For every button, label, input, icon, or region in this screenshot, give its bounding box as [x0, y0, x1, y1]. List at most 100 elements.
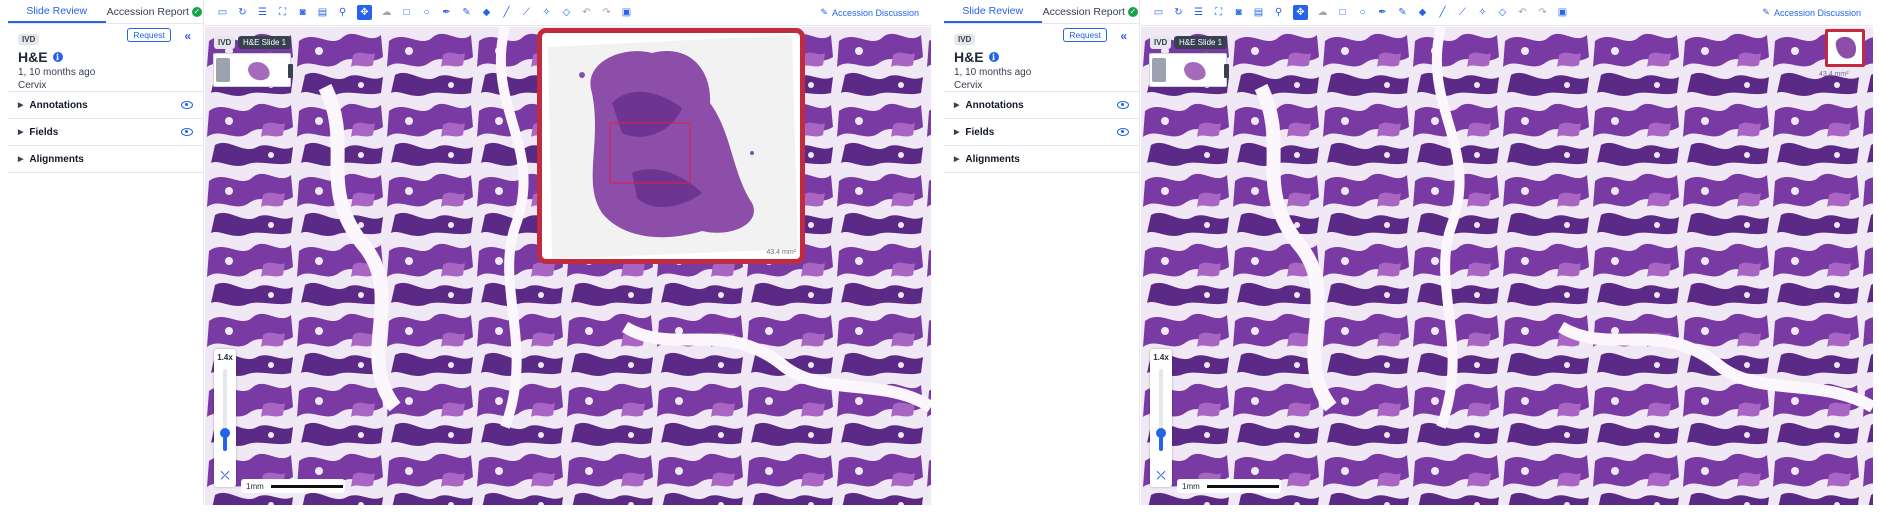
- pen-icon[interactable]: ✒: [1377, 7, 1388, 18]
- fit-to-screen-icon[interactable]: ⤫: [219, 470, 231, 482]
- keyboard-icon[interactable]: ▤: [1253, 7, 1264, 18]
- list-icon[interactable]: ☰: [1193, 7, 1204, 18]
- overview-map-collapsed[interactable]: [1825, 29, 1865, 67]
- monitor-icon[interactable]: ▭: [1153, 7, 1164, 18]
- tissue-thumbnail: [1184, 62, 1206, 81]
- polygon-icon[interactable]: ◇: [1497, 7, 1508, 18]
- slide-site: Cervix: [18, 80, 47, 91]
- pen-icon[interactable]: ✒: [441, 7, 452, 18]
- zoom-slider-track[interactable]: [220, 369, 230, 451]
- eye-icon[interactable]: [1117, 128, 1129, 136]
- zoom-slider-track[interactable]: [1156, 369, 1166, 451]
- accession-discussion-link[interactable]: ✎ Accession Discussion: [1762, 7, 1861, 18]
- slide-viewer[interactable]: IVD H&E Slide 1 43.4 mm² 1.4x ⤫ 1mm: [205, 27, 931, 505]
- slide-age: 1, 10 months ago: [954, 67, 1032, 78]
- ruler-icon[interactable]: ╱: [1437, 7, 1448, 18]
- request-button[interactable]: Request: [1063, 28, 1107, 42]
- slide-meta: IVD H&E i 1, 10 months ago Cervix Request…: [944, 24, 1139, 92]
- slide-label-thumbnail: [1152, 58, 1166, 82]
- fit-to-screen-icon[interactable]: ⤫: [1155, 470, 1167, 482]
- zoom-slider-knob[interactable]: [220, 428, 230, 438]
- eye-icon[interactable]: [181, 101, 193, 109]
- redo-icon[interactable]: ↷: [1537, 7, 1548, 18]
- tab-slide-review[interactable]: Slide Review: [8, 0, 106, 23]
- info-icon[interactable]: i: [52, 52, 63, 62]
- microscope-icon[interactable]: ⚲: [1273, 7, 1284, 18]
- ivd-chip: IVD: [214, 36, 236, 49]
- expand-icon[interactable]: ⛶: [1213, 7, 1224, 18]
- eye-icon[interactable]: [181, 128, 193, 136]
- magic-icon[interactable]: ✧: [541, 7, 552, 18]
- toolbar: ▭ ↻ ☰ ⛶ ◙ ▤ ⚲ ✥ ☁ □ ○ ✒ ✎ ◆ ╱ ⟋ ✧ ◇ ↶ ↷ …: [1141, 0, 1873, 26]
- section-alignments[interactable]: ▶ Alignments: [944, 146, 1139, 173]
- tab-accession-report[interactable]: Accession Report ✓: [106, 0, 204, 23]
- caret-right-icon: ▶: [954, 129, 960, 136]
- edit-icon: ✎: [820, 7, 828, 17]
- cloud-icon[interactable]: ☁: [381, 7, 392, 18]
- sidebar: Slide Review Accession Report ✓ IVD H&E i …: [944, 0, 1140, 505]
- undo-icon[interactable]: ↶: [1517, 7, 1528, 18]
- tab-accession-report[interactable]: Accession Report ✓: [1042, 0, 1140, 23]
- overview-tissue: [548, 35, 798, 259]
- viewer-pane-left: Slide Review Accession Report ✓ IVD H&E i …: [8, 0, 931, 505]
- rectangle-icon[interactable]: □: [401, 7, 412, 18]
- layout-icon[interactable]: ▣: [1557, 7, 1568, 18]
- zoom-slider-knob[interactable]: [1156, 428, 1166, 438]
- line-icon[interactable]: ⟋: [521, 7, 532, 18]
- slide-title: H&E i: [18, 49, 193, 65]
- scale-bar-line: [1206, 484, 1279, 488]
- list-icon[interactable]: ☰: [257, 7, 268, 18]
- accession-discussion-link[interactable]: ✎ Accession Discussion: [820, 7, 919, 18]
- ellipse-icon[interactable]: ○: [1357, 7, 1368, 18]
- section-fields[interactable]: ▶ Fields: [944, 119, 1139, 146]
- toolbar: ▭ ↻ ☰ ⛶ ◙ ▤ ⚲ ✥ ☁ □ ○ ✒ ✎ ◆ ╱ ⟋ ✧ ◇ ↶ ↷ …: [205, 0, 931, 26]
- rotate-icon[interactable]: ↻: [237, 7, 248, 18]
- overview-map[interactable]: 43.4 mm²: [537, 28, 805, 264]
- zoom-control[interactable]: 1.4x ⤫: [1150, 349, 1172, 487]
- drag-handle[interactable]: [1224, 64, 1229, 78]
- redo-icon[interactable]: ↷: [601, 7, 612, 18]
- section-annotations[interactable]: ▶ Annotations: [944, 92, 1139, 119]
- collapse-sidebar-icon[interactable]: «: [1120, 29, 1127, 43]
- slide-thumbnail[interactable]: [213, 53, 293, 87]
- tissue-area-label: 43.4 mm²: [1819, 71, 1849, 78]
- edit-icon: ✎: [1762, 7, 1770, 17]
- sidebar: Slide Review Accession Report ✓ IVD H&E i …: [8, 0, 204, 505]
- camera-icon[interactable]: ◙: [297, 7, 308, 18]
- brush-icon[interactable]: ✎: [461, 7, 472, 18]
- info-icon[interactable]: i: [988, 52, 999, 62]
- eraser-icon[interactable]: ◆: [1417, 7, 1428, 18]
- drag-handle[interactable]: [288, 64, 293, 78]
- keyboard-icon[interactable]: ▤: [317, 7, 328, 18]
- cloud-icon[interactable]: ☁: [1317, 7, 1328, 18]
- tab-slide-review[interactable]: Slide Review: [944, 0, 1042, 23]
- undo-icon[interactable]: ↶: [581, 7, 592, 18]
- move-icon[interactable]: ✥: [1293, 5, 1308, 20]
- slide-label-chip: H&E Slide 1: [1174, 36, 1228, 49]
- polygon-icon[interactable]: ◇: [561, 7, 572, 18]
- ruler-icon[interactable]: ╱: [501, 7, 512, 18]
- eye-icon[interactable]: [1117, 101, 1129, 109]
- section-alignments[interactable]: ▶ Alignments: [8, 146, 203, 173]
- line-icon[interactable]: ⟋: [1457, 7, 1468, 18]
- magic-icon[interactable]: ✧: [1477, 7, 1488, 18]
- brush-icon[interactable]: ✎: [1397, 7, 1408, 18]
- camera-icon[interactable]: ◙: [1233, 7, 1244, 18]
- collapse-sidebar-icon[interactable]: «: [184, 29, 191, 43]
- slide-viewer[interactable]: IVD H&E Slide 1 43.4 mm² 1.4x ⤫ 1mm: [1141, 27, 1873, 505]
- move-icon[interactable]: ✥: [357, 5, 372, 20]
- eraser-icon[interactable]: ◆: [481, 7, 492, 18]
- rotate-icon[interactable]: ↻: [1173, 7, 1184, 18]
- zoom-control[interactable]: 1.4x ⤫: [214, 349, 236, 487]
- microscope-icon[interactable]: ⚲: [337, 7, 348, 18]
- section-fields[interactable]: ▶ Fields: [8, 119, 203, 146]
- layout-icon[interactable]: ▣: [621, 7, 632, 18]
- zoom-level: 1.4x: [217, 353, 233, 362]
- expand-icon[interactable]: ⛶: [277, 7, 288, 18]
- monitor-icon[interactable]: ▭: [217, 7, 228, 18]
- slide-thumbnail[interactable]: [1149, 53, 1229, 87]
- section-annotations[interactable]: ▶ Annotations: [8, 92, 203, 119]
- request-button[interactable]: Request: [127, 28, 171, 42]
- rectangle-icon[interactable]: □: [1337, 7, 1348, 18]
- ellipse-icon[interactable]: ○: [421, 7, 432, 18]
